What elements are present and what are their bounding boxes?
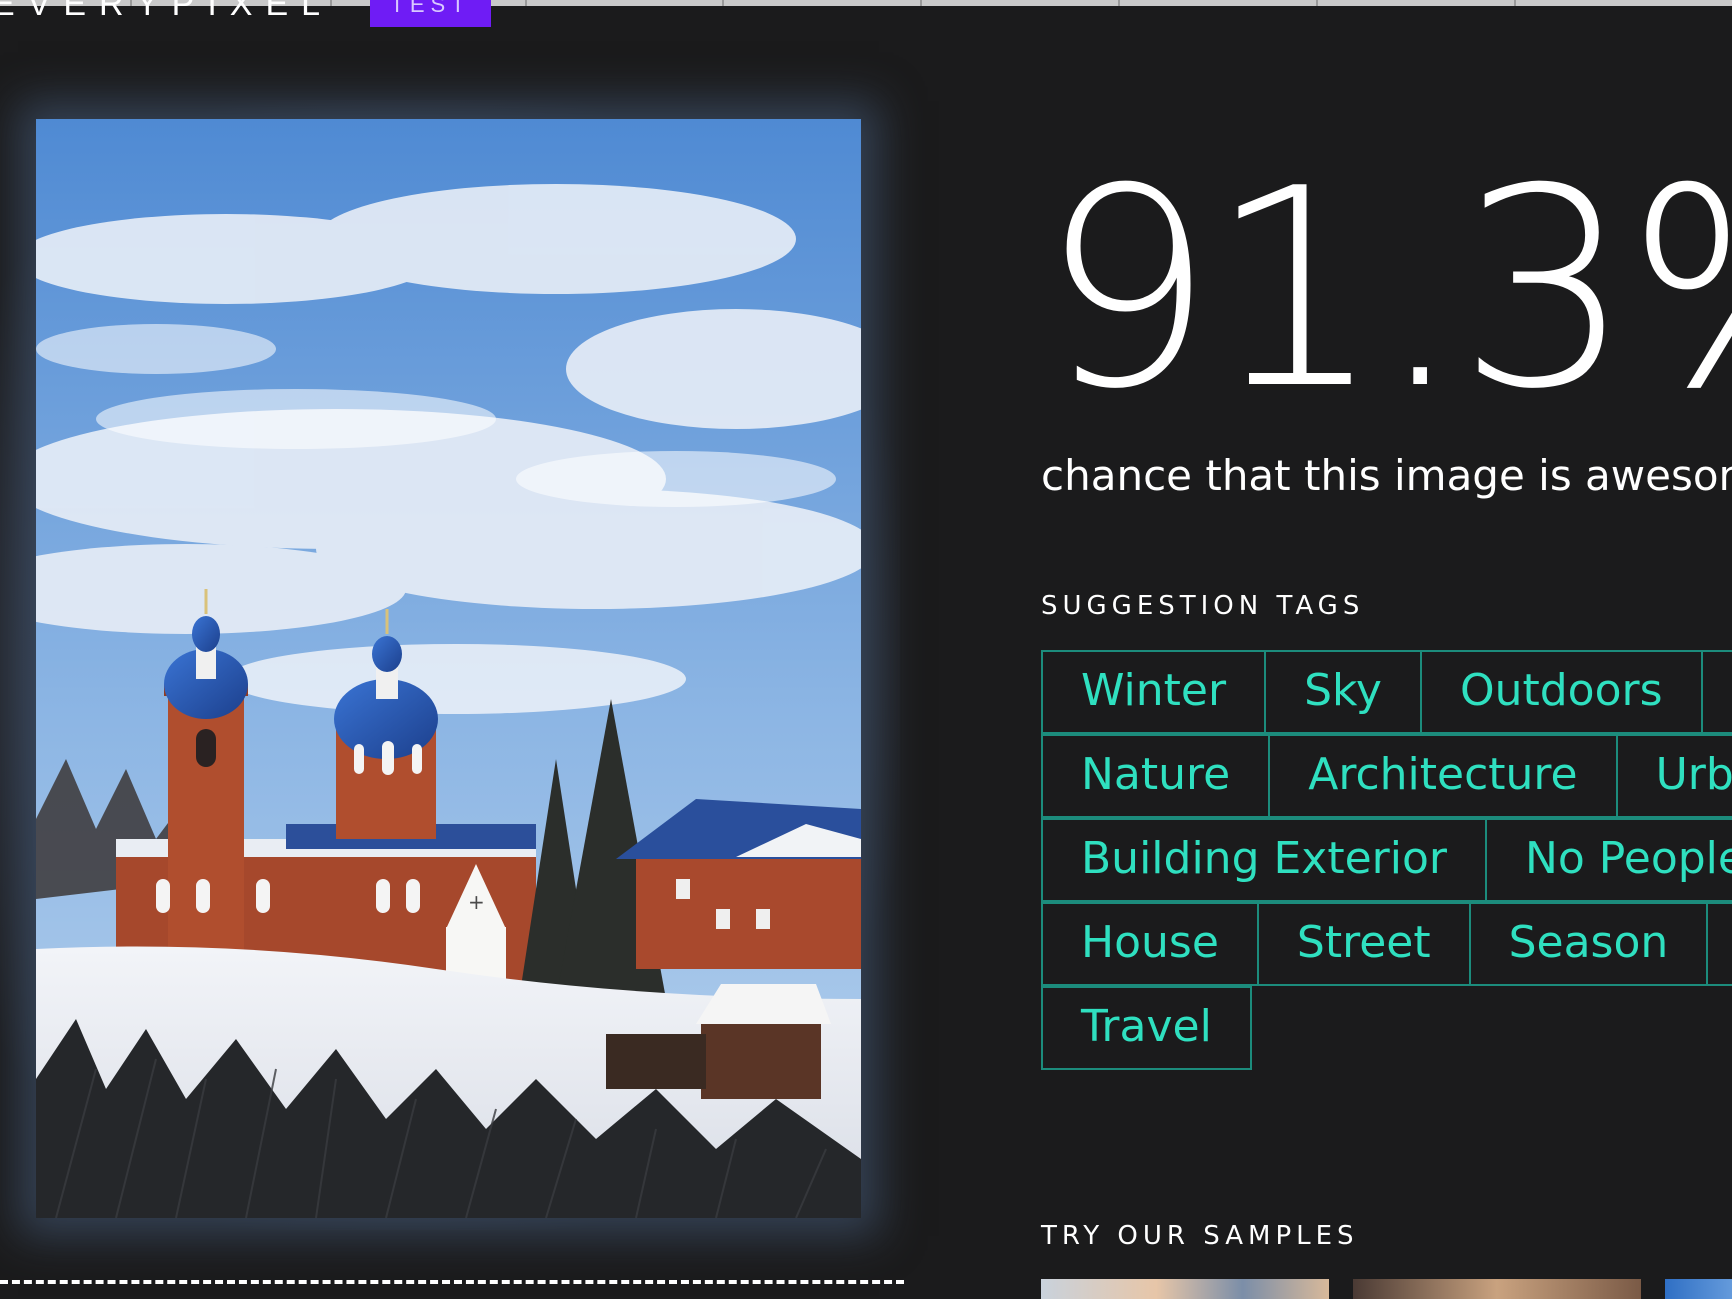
tag-next[interactable] <box>1706 902 1732 986</box>
tag-row: Building Exterior No People <box>1041 818 1732 902</box>
winter-church-photo: + <box>36 119 861 1218</box>
tag-row: Winter Sky Outdoors <box>1041 650 1732 734</box>
tag-architecture[interactable]: Architecture <box>1268 734 1618 818</box>
tag-season[interactable]: Season <box>1468 902 1709 986</box>
tag-house[interactable]: House <box>1041 902 1259 986</box>
score-caption: chance that this image is awesome <box>1041 451 1732 500</box>
test-badge: TEST <box>370 0 491 27</box>
suggestion-tags-title: SUGGESTION TAGS <box>1041 591 1365 621</box>
page: EVERYPIXEL TEST + 91.3 chance that this … <box>0 0 1732 1299</box>
sample-thumbnail[interactable] <box>1665 1279 1732 1299</box>
suggestion-tags: Winter Sky Outdoors Nature Architecture … <box>1041 650 1732 1070</box>
dropzone-border[interactable] <box>0 1280 904 1284</box>
awesome-score: 91.3% <box>1040 130 1732 449</box>
tag-travel[interactable]: Travel <box>1041 986 1252 1070</box>
tag-urban[interactable]: Urban <box>1615 734 1732 818</box>
tag-row: Nature Architecture Urban <box>1041 734 1732 818</box>
tag-sky[interactable]: Sky <box>1264 650 1422 734</box>
tag-row: House Street Season <box>1041 902 1732 986</box>
tag-next[interactable] <box>1700 650 1732 734</box>
tag-street[interactable]: Street <box>1256 902 1471 986</box>
tag-no-people[interactable]: No People <box>1484 818 1732 902</box>
samples-title: TRY OUR SAMPLES <box>1041 1221 1359 1251</box>
uploaded-photo: + <box>36 119 861 1218</box>
tag-outdoors[interactable]: Outdoors <box>1419 650 1703 734</box>
sample-thumbnail[interactable] <box>1353 1279 1641 1299</box>
tag-building-exterior[interactable]: Building Exterior <box>1041 818 1487 902</box>
tag-nature[interactable]: Nature <box>1041 734 1271 818</box>
svg-text:+: + <box>468 890 485 914</box>
tag-winter[interactable]: Winter <box>1041 650 1267 734</box>
brand-logo[interactable]: EVERYPIXEL <box>0 0 333 24</box>
tag-row: Travel <box>1041 986 1732 1070</box>
sample-thumbnail[interactable] <box>1041 1279 1329 1299</box>
